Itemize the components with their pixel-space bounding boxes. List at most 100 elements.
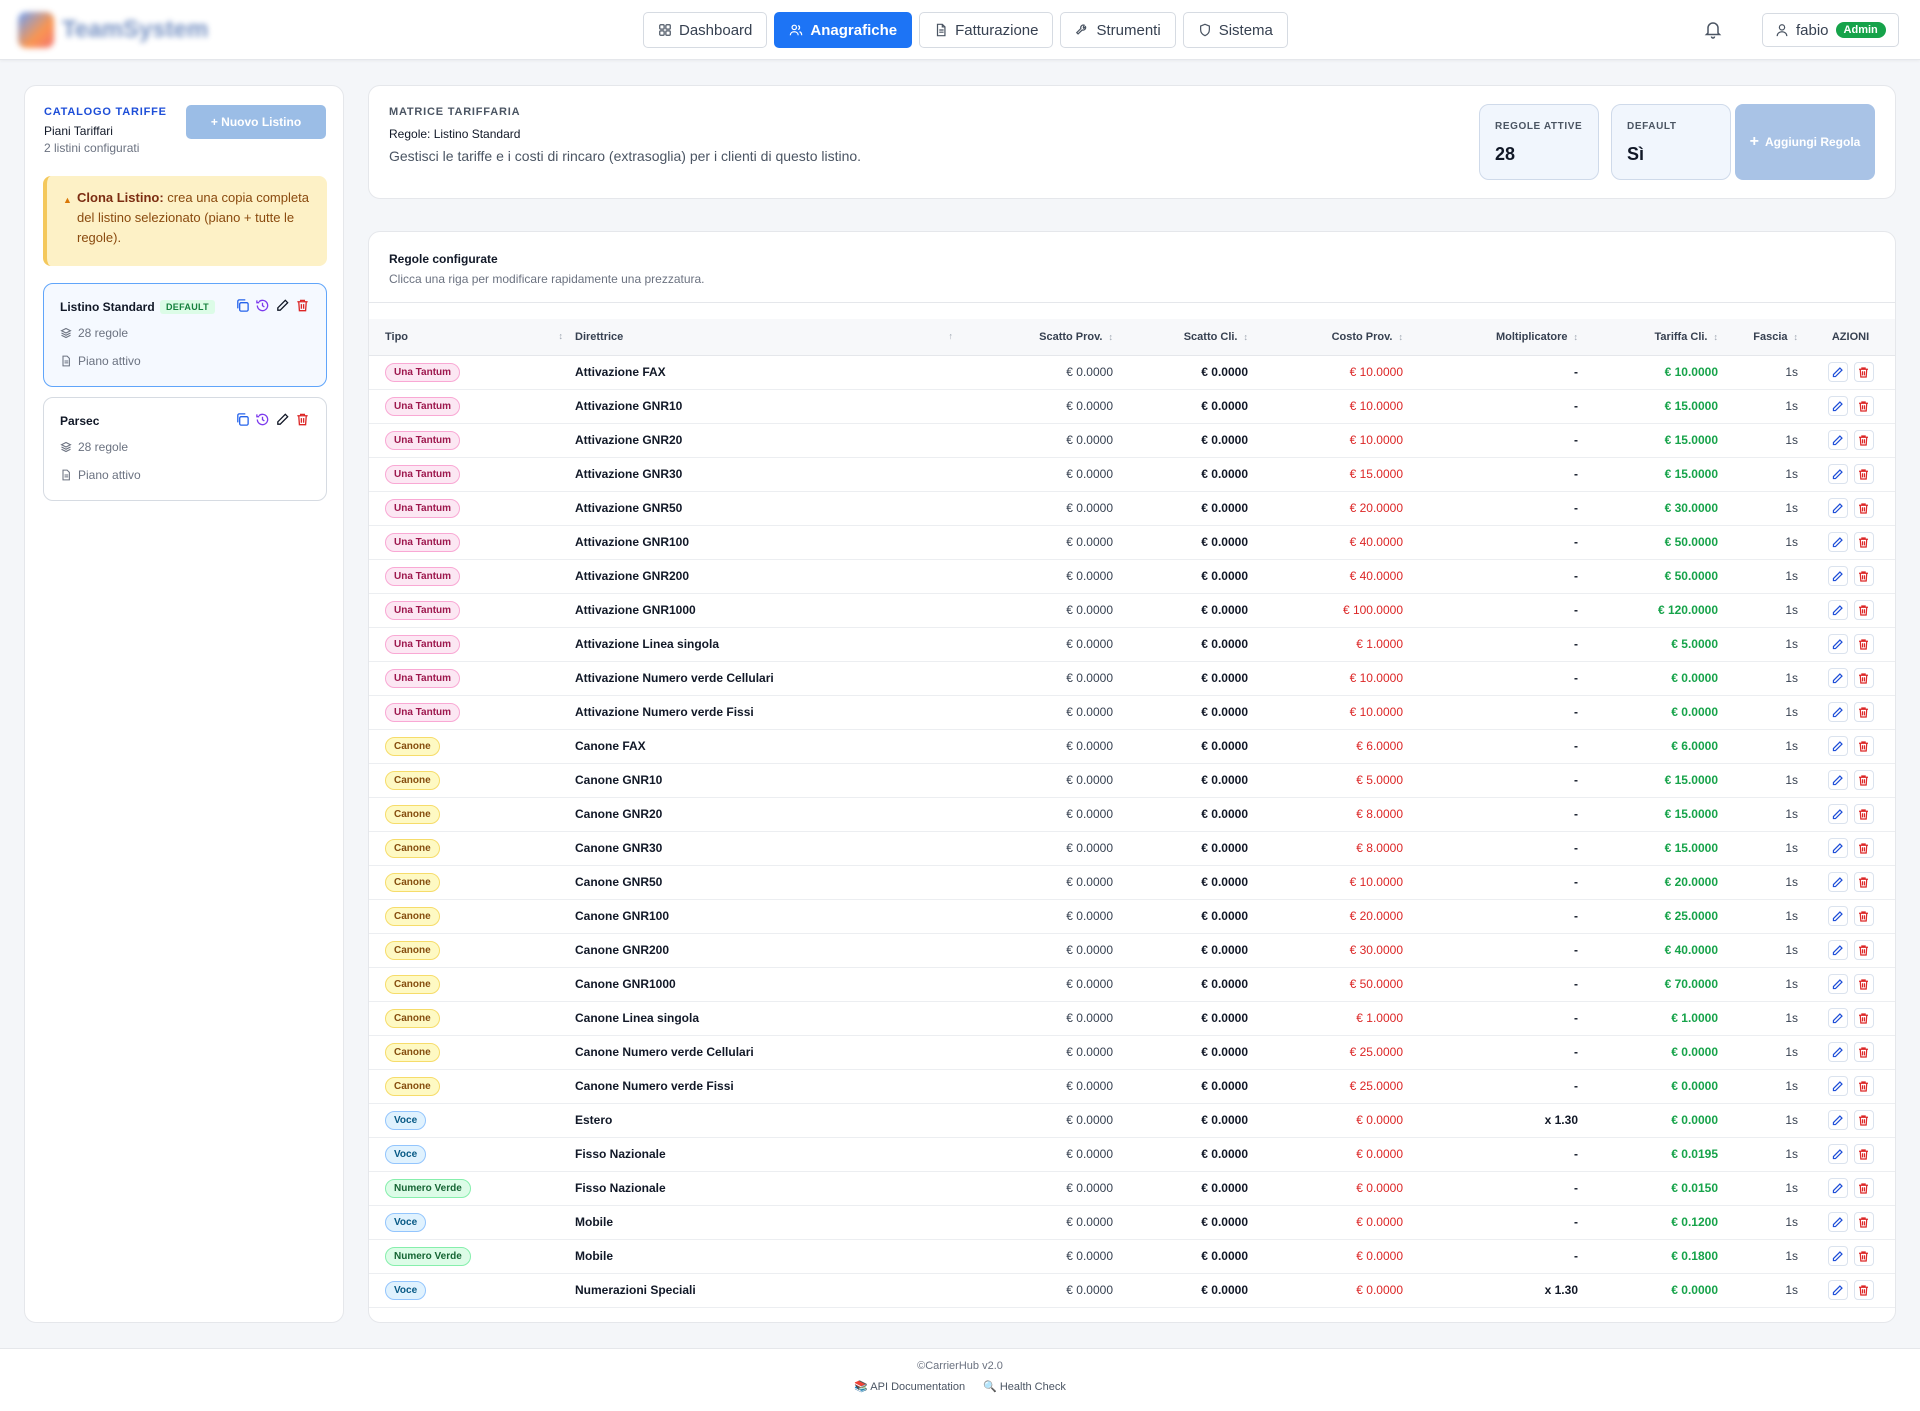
edit-rule-button[interactable] <box>1827 940 1848 960</box>
edit-rule-button[interactable] <box>1827 702 1848 722</box>
delete-rule-button[interactable] <box>1853 940 1874 960</box>
table-row[interactable]: Canone Canone GNR200 € 0.0000 € 0.0000 € 30.… <box>369 933 1895 967</box>
table-row[interactable]: Una Tantum Attivazione Numero verde Cellu… <box>369 661 1895 695</box>
tab-strumenti[interactable]: Strumenti <box>1060 12 1176 48</box>
edit-rule-button[interactable] <box>1827 362 1848 382</box>
edit-rule-button[interactable] <box>1827 1178 1848 1198</box>
edit-rule-button[interactable] <box>1827 906 1848 926</box>
delete-rule-button[interactable] <box>1853 1246 1874 1266</box>
delete-rule-button[interactable] <box>1853 600 1874 620</box>
table-row[interactable]: Canone Canone GNR50 € 0.0000 € 0.0000 € 10.0… <box>369 865 1895 899</box>
table-row[interactable]: Una Tantum Attivazione GNR50 € 0.0000 € 0.0… <box>369 491 1895 525</box>
delete-rule-button[interactable] <box>1853 702 1874 722</box>
edit-rule-button[interactable] <box>1827 1042 1848 1062</box>
copy-icon[interactable] <box>235 412 250 427</box>
table-row[interactable]: Canone Canone GNR1000 € 0.0000 € 0.0000 € 50… <box>369 967 1895 1001</box>
table-row[interactable]: Voce Fisso Nazionale € 0.0000 € 0.0000 € 0.0… <box>369 1137 1895 1171</box>
edit-rule-button[interactable] <box>1827 1144 1848 1164</box>
delete-rule-button[interactable] <box>1853 430 1874 450</box>
edit-rule-button[interactable] <box>1827 1212 1848 1232</box>
table-row[interactable]: Canone Canone GNR100 € 0.0000 € 0.0000 € 20.… <box>369 899 1895 933</box>
health-check-link[interactable]: 🔍 Health Check <box>983 1380 1066 1393</box>
edit-rule-button[interactable] <box>1827 532 1848 552</box>
delete-rule-button[interactable] <box>1853 906 1874 926</box>
edit-rule-button[interactable] <box>1827 1008 1848 1028</box>
delete-rule-button[interactable] <box>1853 872 1874 892</box>
col-scatto-cli[interactable]: Scatto Cli. ↕ <box>1119 319 1254 356</box>
tab-dashboard[interactable]: Dashboard <box>643 12 768 48</box>
delete-rule-button[interactable] <box>1853 464 1874 484</box>
table-row[interactable]: Voce Estero € 0.0000 € 0.0000 € 0.0000 x 1.30… <box>369 1103 1895 1137</box>
edit-rule-button[interactable] <box>1827 668 1848 688</box>
delete-rule-button[interactable] <box>1853 1042 1874 1062</box>
delete-rule-button[interactable] <box>1853 1144 1874 1164</box>
tab-anagrafiche[interactable]: Anagrafiche <box>774 12 913 48</box>
col-fascia[interactable]: Fascia ↕ <box>1724 319 1804 356</box>
edit-rule-button[interactable] <box>1827 634 1848 654</box>
edit-rule-button[interactable] <box>1827 770 1848 790</box>
edit-rule-button[interactable] <box>1827 1110 1848 1130</box>
delete-rule-button[interactable] <box>1853 566 1874 586</box>
delete-rule-button[interactable] <box>1853 770 1874 790</box>
delete-rule-button[interactable] <box>1853 362 1874 382</box>
table-row[interactable]: Canone Canone GNR30 € 0.0000 € 0.0000 € 8.00… <box>369 831 1895 865</box>
edit-rule-button[interactable] <box>1827 430 1848 450</box>
edit-rule-button[interactable] <box>1827 1280 1848 1300</box>
delete-rule-button[interactable] <box>1853 804 1874 824</box>
col-tipo[interactable]: Tipo ↕ <box>369 319 569 356</box>
pencil-icon[interactable] <box>275 412 290 427</box>
user-menu[interactable]: fabio Admin <box>1762 13 1899 47</box>
col-costo-prov[interactable]: Costo Prov. ↕ <box>1254 319 1409 356</box>
table-row[interactable]: Canone Canone Linea singola € 0.0000 € 0.00… <box>369 1001 1895 1035</box>
edit-rule-button[interactable] <box>1827 736 1848 756</box>
edit-rule-button[interactable] <box>1827 600 1848 620</box>
history-icon[interactable] <box>255 298 270 313</box>
table-row[interactable]: Voce Mobile € 0.0000 € 0.0000 € 0.0000 - € 0.1… <box>369 1205 1895 1239</box>
delete-rule-button[interactable] <box>1853 1178 1874 1198</box>
col-tariffa-cli[interactable]: Tariffa Cli. ↕ <box>1584 319 1724 356</box>
table-row[interactable]: Canone Canone GNR10 € 0.0000 € 0.0000 € 5.00… <box>369 763 1895 797</box>
trash-icon[interactable] <box>295 298 310 313</box>
table-row[interactable]: Numero Verde Mobile € 0.0000 € 0.0000 € 0.00… <box>369 1239 1895 1273</box>
table-row[interactable]: Una Tantum Attivazione GNR1000 € 0.0000 € 0… <box>369 593 1895 627</box>
table-row[interactable]: Numero Verde Fisso Nazionale € 0.0000 € 0.0… <box>369 1171 1895 1205</box>
delete-rule-button[interactable] <box>1853 498 1874 518</box>
table-row[interactable]: Una Tantum Attivazione Numero verde Fissi… <box>369 695 1895 729</box>
pencil-icon[interactable] <box>275 298 290 313</box>
delete-rule-button[interactable] <box>1853 1280 1874 1300</box>
app-logo[interactable]: TeamSystem <box>18 12 208 48</box>
table-row[interactable]: Canone Canone GNR20 € 0.0000 € 0.0000 € 8.00… <box>369 797 1895 831</box>
edit-rule-button[interactable] <box>1827 1076 1848 1096</box>
history-icon[interactable] <box>255 412 270 427</box>
delete-rule-button[interactable] <box>1853 634 1874 654</box>
table-row[interactable]: Canone Canone FAX € 0.0000 € 0.0000 € 6.0000… <box>369 729 1895 763</box>
col-scatto-prov[interactable]: Scatto Prov. ↕ <box>959 319 1119 356</box>
edit-rule-button[interactable] <box>1827 804 1848 824</box>
table-row[interactable]: Una Tantum Attivazione GNR200 € 0.0000 € 0.… <box>369 559 1895 593</box>
edit-rule-button[interactable] <box>1827 396 1848 416</box>
edit-rule-button[interactable] <box>1827 838 1848 858</box>
trash-icon[interactable] <box>295 412 310 427</box>
col-direttrice[interactable]: Direttrice ↑ <box>569 319 959 356</box>
table-row[interactable]: Una Tantum Attivazione GNR20 € 0.0000 € 0.0… <box>369 423 1895 457</box>
api-docs-link[interactable]: 📚 API Documentation <box>854 1380 965 1393</box>
table-row[interactable]: Canone Canone Numero verde Cellulari € 0.0… <box>369 1035 1895 1069</box>
new-listino-button[interactable]: + Nuovo Listino <box>186 105 326 139</box>
edit-rule-button[interactable] <box>1827 464 1848 484</box>
table-row[interactable]: Una Tantum Attivazione FAX € 0.0000 € 0.000… <box>369 355 1895 389</box>
table-row[interactable]: Una Tantum Attivazione Linea singola € 0.0… <box>369 627 1895 661</box>
delete-rule-button[interactable] <box>1853 974 1874 994</box>
delete-rule-button[interactable] <box>1853 532 1874 552</box>
edit-rule-button[interactable] <box>1827 974 1848 994</box>
delete-rule-button[interactable] <box>1853 838 1874 858</box>
delete-rule-button[interactable] <box>1853 1008 1874 1028</box>
table-row[interactable]: Una Tantum Attivazione GNR100 € 0.0000 € 0.… <box>369 525 1895 559</box>
edit-rule-button[interactable] <box>1827 498 1848 518</box>
add-rule-button[interactable]: + Aggiungi Regola <box>1735 104 1875 180</box>
table-row[interactable]: Una Tantum Attivazione GNR30 € 0.0000 € 0.0… <box>369 457 1895 491</box>
table-row[interactable]: Una Tantum Attivazione GNR10 € 0.0000 € 0.0… <box>369 389 1895 423</box>
table-row[interactable]: Voce Numerazioni Speciali € 0.0000 € 0.0000… <box>369 1273 1895 1307</box>
listino-card-standard[interactable]: Listino Standard DEFAULT 28 regole Piano… <box>43 283 327 387</box>
copy-icon[interactable] <box>235 298 250 313</box>
tab-fatturazione[interactable]: Fatturazione <box>919 12 1054 48</box>
